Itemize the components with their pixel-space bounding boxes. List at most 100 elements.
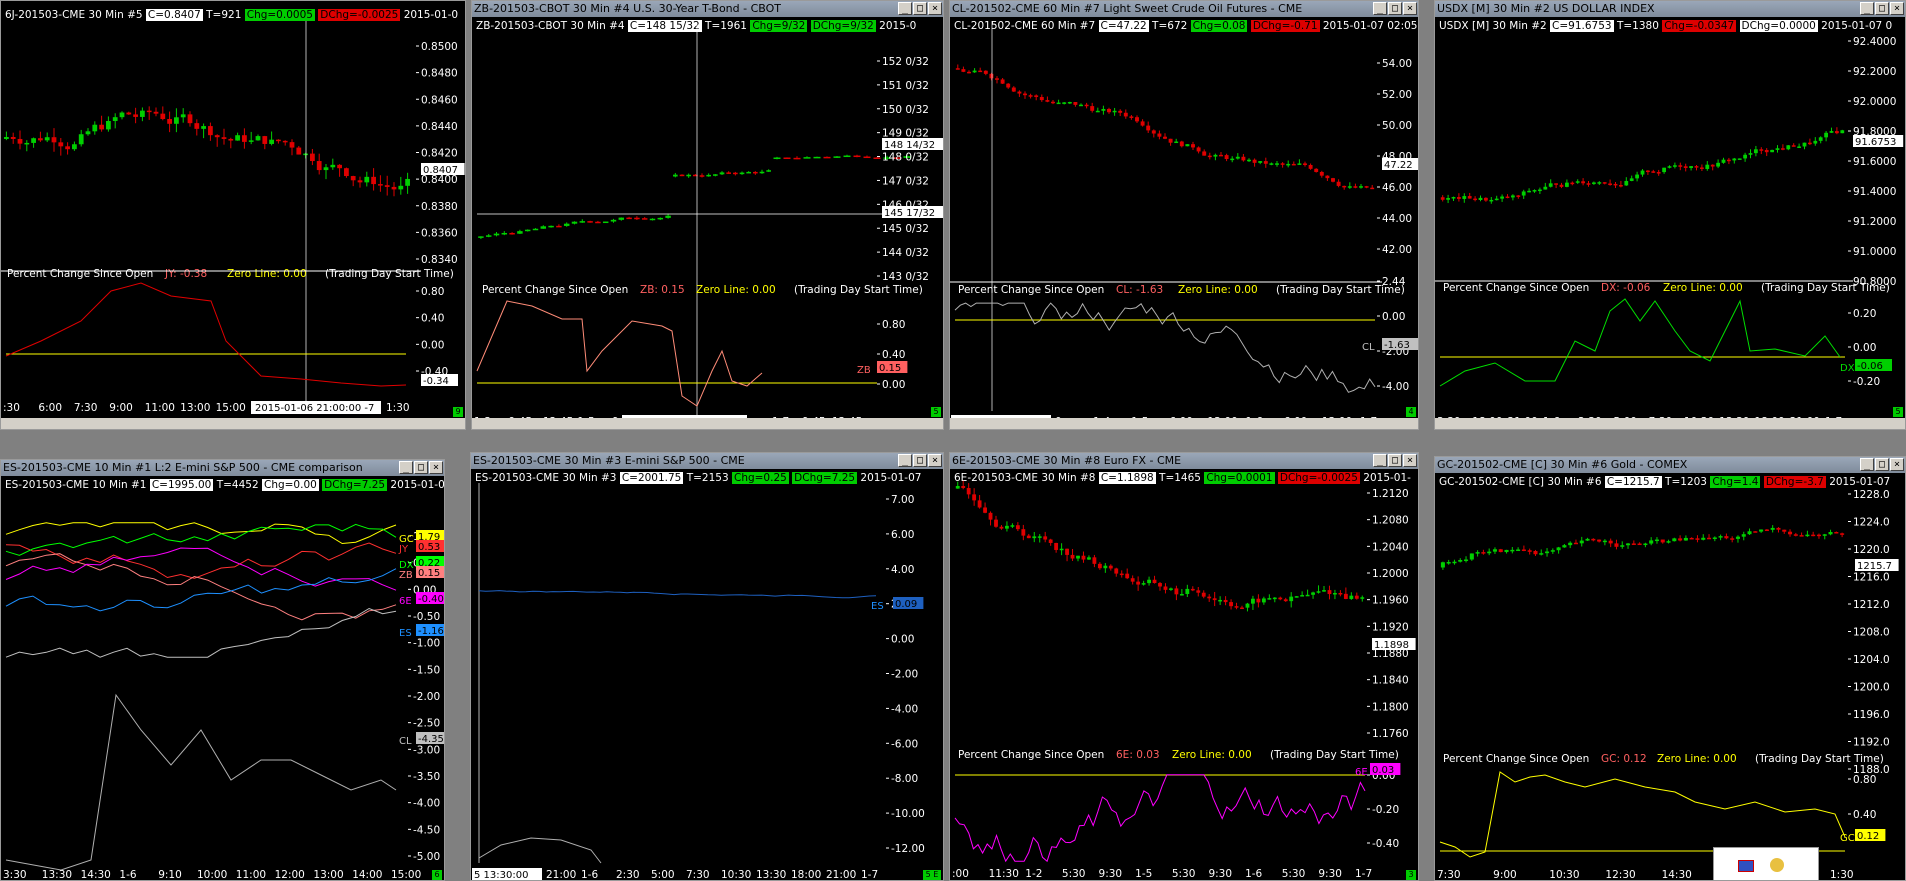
flag-icon[interactable] [1738,860,1754,872]
candle-body [983,507,987,513]
candle-body [1370,187,1375,190]
candle-body [1788,531,1793,535]
candle-body [1554,183,1558,185]
candle-body [384,185,390,187]
candle-body [587,221,593,223]
candle-body [1754,149,1758,154]
candle-body [746,171,751,174]
cursor-date: 5 13:30:00 [474,870,528,881]
candle-body [833,156,841,158]
candle-body [1065,548,1069,555]
candle-body [1191,144,1195,148]
candle-body [478,236,484,238]
horizontal-scrollbar[interactable] [1435,418,1905,429]
candle-body [1125,573,1130,579]
candle-body [58,142,64,147]
chart-window-6j[interactable]: 6J-201503-CME 30 Min #5 C=0.8407 T=921 C… [0,0,466,430]
horizontal-scrollbar[interactable] [1,418,465,429]
y-tick-label: 1228.0 [1853,489,1890,501]
candle-body [579,221,586,223]
candle-body [1747,531,1752,535]
candle-body [1592,182,1596,184]
candle-body [1667,166,1672,168]
candle-body [1229,602,1233,607]
candle-body [1608,183,1612,186]
chart-canvas[interactable]: 7.006.004.002.000.00-2.00-4.00-6.00-8.00… [471,453,944,881]
y-tick-label: -2.50 [413,718,440,730]
price-marker-label: 91.6753 [1855,137,1896,148]
candle-body [1269,163,1274,165]
candle-body [1294,596,1299,598]
x-tick-label: 12:00 [275,869,305,881]
chart-canvas[interactable]: 92.400092.200092.000091.800091.600091.40… [1435,1,1906,430]
x-tick-label: 11:30 [989,868,1019,880]
candle-body [1743,154,1747,159]
chart-window-gc[interactable]: GC-201502-CME [C] 30 Min #6 Gold - COMEX… [1434,456,1906,881]
candle-body [1573,542,1578,545]
candle-body [1140,121,1145,126]
window-number-tag: 3 [1406,870,1416,880]
candle-body [1289,596,1294,602]
chart-window-es[interactable]: ES-201503-CME 30 Min #3 E-mini S&P 500 -… [470,452,944,881]
candle-body [1637,543,1642,546]
candle-body [262,136,268,144]
y-tick-label: 92.2000 [1853,66,1896,78]
candle-body [1168,138,1173,143]
y-tick-label: 6.00 [891,529,914,541]
y-tick-label: -1.50 [413,664,440,676]
chart-window-6e[interactable]: 6E-201503-CME 30 Min #8 Euro FX - CME _ □… [949,452,1419,881]
candle-body [1015,525,1020,530]
candle-body [1510,549,1515,552]
y-tick-label: 1224.0 [1853,517,1890,529]
chart-window-zb[interactable]: ZB-201503-CBOT 30 Min #4 U.S. 30-Year T-… [471,0,944,430]
x-tick-label: 1-2 [1025,868,1042,880]
x-tick-label: 9:10 [158,869,182,881]
chart-canvas[interactable]: 1228.0 1224.0 1220.0 1216.0 1212.0 1208.0 1204… [1435,457,1906,881]
x-tick-label: 5:30 [1282,868,1306,880]
chart-canvas[interactable]: 152 0/32 151 0/32 150 0/32 149 0/32 148 0/32… [472,1,944,430]
candle-body [269,139,274,144]
candle-body [1727,159,1731,162]
chart-window-usdx[interactable]: USDX [M] 30 Min #2 US DOLLAR INDEX _ □ × U… [1434,0,1906,430]
candle-body [1331,178,1335,182]
candle-body [1251,598,1255,604]
chart-canvas[interactable]: 54.0052.0050.0048.0046.0044.0042.0047.22… [950,1,1419,430]
price-marker-label: 1215.7 [1857,561,1892,572]
candle-body [873,157,881,160]
candle-body [733,172,738,175]
window-number-tag: 9 [453,407,463,417]
chart-canvas[interactable]: 0.85000.84800.84600.84400.84200.84000.83… [1,1,466,430]
comparison-line [5,523,397,556]
chart-window-cl[interactable]: CL-201502-CME 60 Min #7 Light Sweet Crud… [949,0,1419,430]
price-marker-label: 47.22 [1384,160,1413,171]
pct-line [954,774,1366,863]
tray-popup[interactable] [1713,847,1819,880]
candle-body [1586,183,1591,185]
candle-body [1303,163,1307,166]
horizontal-scrollbar[interactable] [950,418,1418,429]
candle-body [602,221,609,224]
candle-body [174,117,179,124]
chart-window-es-comparison[interactable]: ES-201503-CME 10 Min #1 L:2 E-mini S&P 5… [0,459,445,881]
chart-canvas[interactable]: 1.000.500.00-0.50-1.00-1.50-2.00-2.50-3.… [1,460,445,881]
candle-body [72,144,77,150]
candle-body [1327,590,1332,595]
sun-icon[interactable] [1770,858,1784,872]
x-tick-label: 1:30 [386,402,410,414]
candle-body [1252,159,1257,163]
candle-body [1286,163,1291,166]
candle-body [1446,562,1451,564]
horizontal-scrollbar[interactable] [472,418,943,429]
candle-body [686,174,691,177]
pct-header-part: (Trading Day Start Time) [325,268,454,280]
chart-canvas[interactable]: 1.2120 1.2080 1.2040 1.2000 1.1960 1.1920 1.18… [950,453,1419,881]
candle-body [1263,161,1268,164]
y-tick-label: -3.50 [413,771,440,783]
candle-body [1539,553,1544,555]
legend-symbol: 6E [399,596,412,607]
candle-body [1620,545,1625,547]
pct-axis-label: 0.80 [421,286,444,298]
x-tick-label: 6:00 [38,402,62,414]
x-tick-label: 14:30 [81,869,111,881]
candle-body [1045,100,1050,102]
